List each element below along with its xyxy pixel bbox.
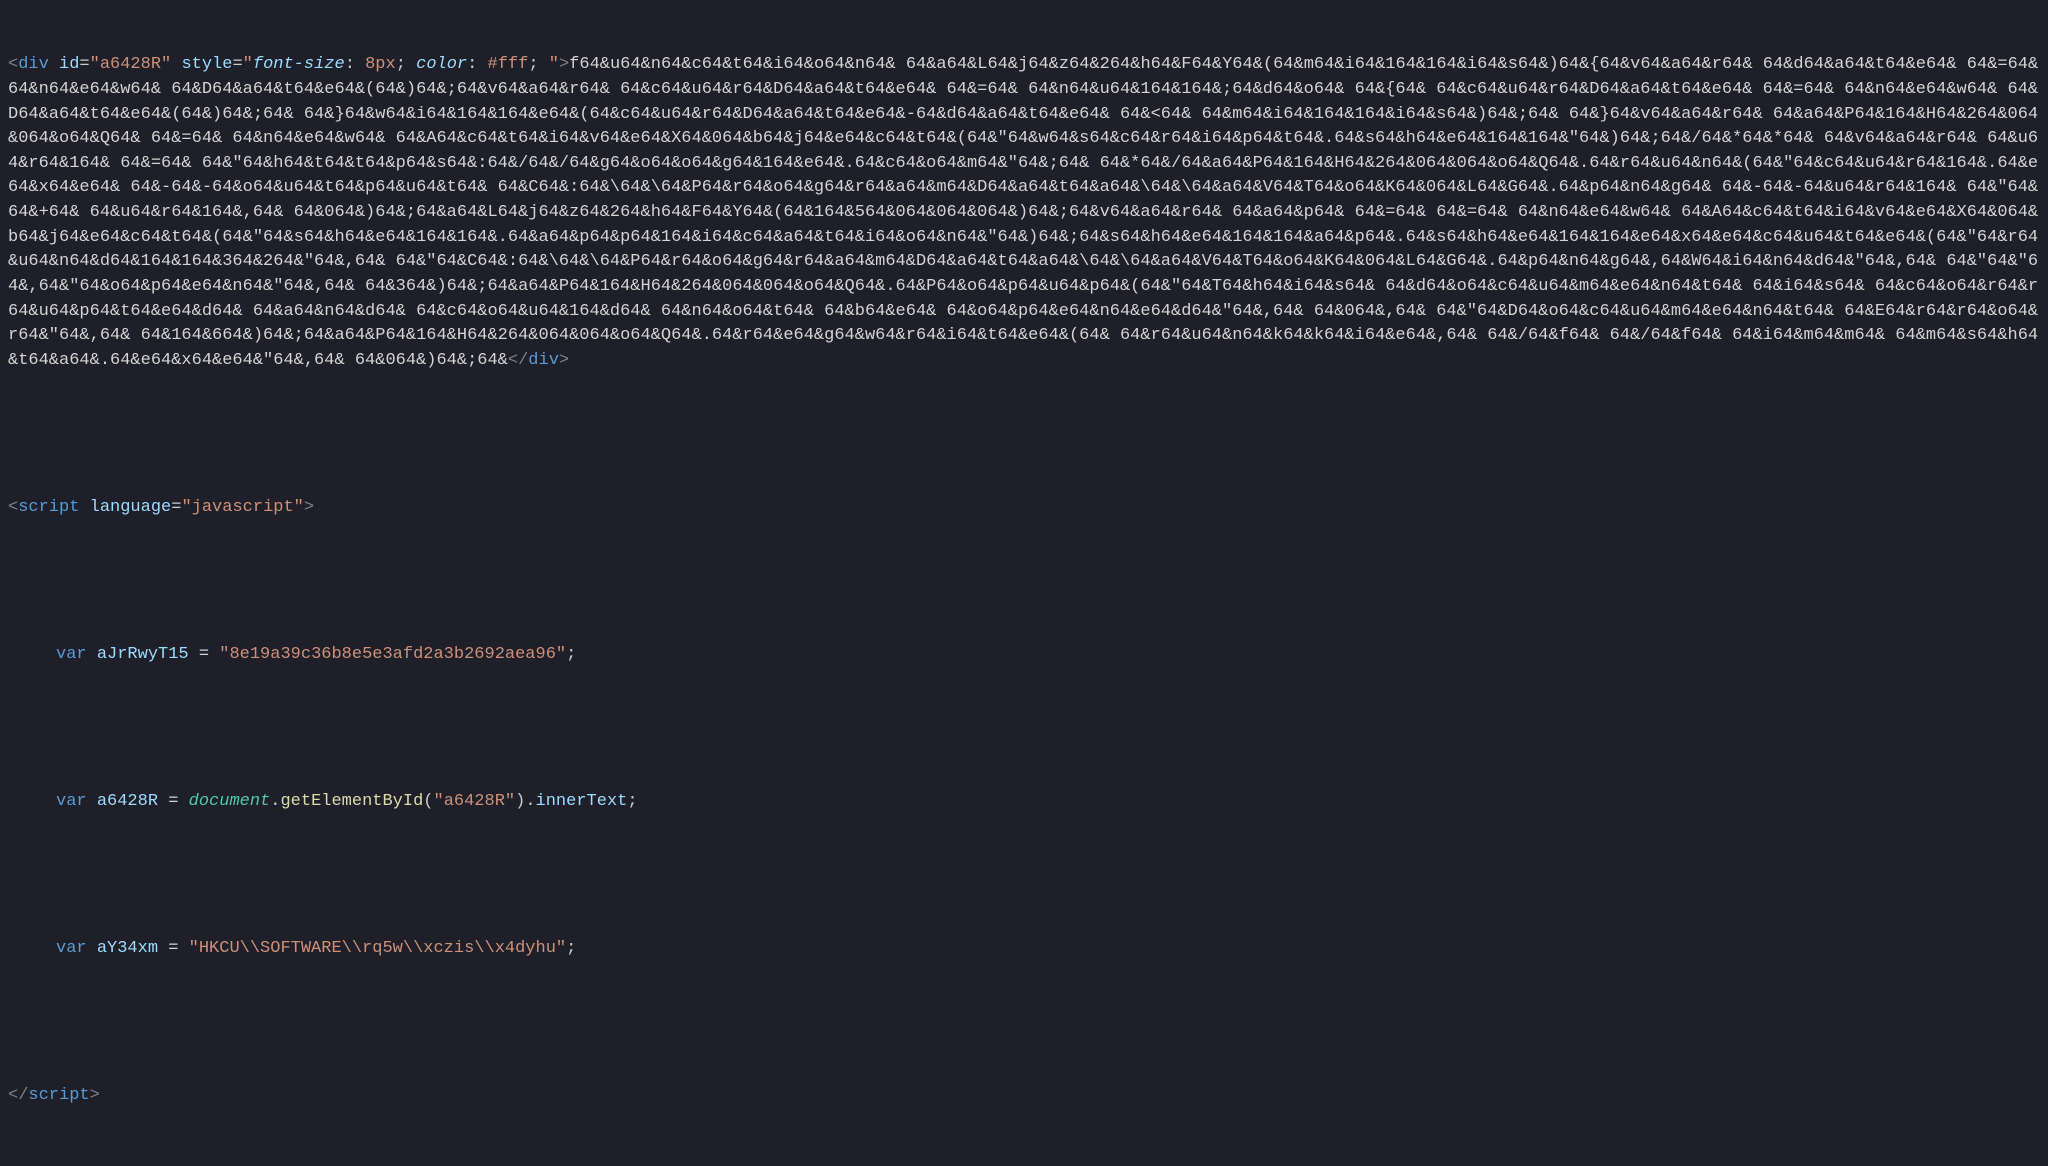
blank-line (8, 570, 2040, 594)
encoded-payload-text: f64&u64&n64&c64&t64&i64&o64&n64& 64&a64&… (8, 55, 2048, 370)
var3-name: aY34xm (97, 939, 158, 958)
var2-arg: "a6428R" (434, 792, 516, 811)
code-editor-content: <div id="a6428R" style="font-size: 8px; … (0, 0, 2048, 1166)
var3-declaration: var aY34xm = "HKCU\\SOFTWARE\\rq5w\\xczi… (8, 937, 2040, 962)
code-line-div-open: <div id="a6428R" style="font-size: 8px; … (8, 53, 2040, 373)
blank-line (8, 717, 2040, 741)
blank-line (8, 423, 2040, 447)
blank-line (8, 1011, 2040, 1035)
script-close-tag: </script> (8, 1084, 2040, 1109)
var3-value: "HKCU\\SOFTWARE\\rq5w\\xczis\\x4dyhu" (189, 939, 566, 958)
div1-id-value: a6428R (100, 55, 161, 74)
var2-prop: innerText (536, 792, 628, 811)
var2-name: a6428R (97, 792, 158, 811)
blank-line (8, 1158, 2040, 1166)
script-open-tag: <script language="javascript"> (8, 496, 2040, 521)
blank-line (8, 864, 2040, 888)
var1-name: aJrRwyT15 (97, 645, 189, 664)
var1-declaration: var aJrRwyT15 = "8e19a39c36b8e5e3afd2a3b… (8, 643, 2040, 668)
var2-declaration: var a6428R = document.getElementById("a6… (8, 790, 2040, 815)
var1-value: "8e19a39c36b8e5e3afd2a3b2692aea96" (219, 645, 566, 664)
